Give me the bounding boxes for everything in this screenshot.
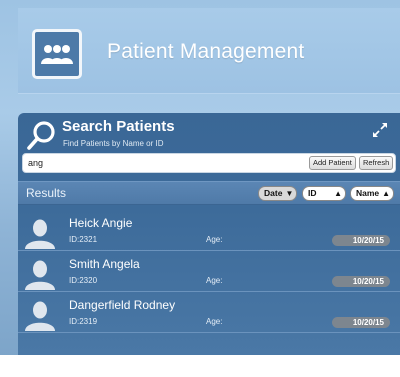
patient-age-label: Age: — [206, 317, 223, 326]
patient-name: Dangerfield Rodney — [69, 298, 176, 312]
patient-name: Heick Angie — [69, 216, 133, 230]
sort-ascending-icon: ▲ — [382, 189, 391, 198]
patient-age-label: Age: — [206, 276, 223, 285]
person-silhouette-icon — [25, 219, 55, 249]
page-title: Patient Management — [107, 40, 305, 63]
expand-arrows-icon[interactable] — [372, 122, 388, 138]
sort-name-label: Name — [356, 188, 380, 198]
sort-by-name-button[interactable]: Name ▲ — [350, 186, 395, 201]
sort-descending-icon: ▼ — [285, 189, 294, 198]
patient-id: ID:2320 — [69, 276, 98, 285]
app-header: Patient Management — [18, 8, 400, 94]
patient-row[interactable]: Smith Angela ID:2320 Age: 10/20/15 — [18, 254, 400, 292]
panel-subtitle: Find Patients by Name or ID — [63, 139, 164, 148]
person-silhouette-icon — [25, 301, 55, 331]
sort-date-label: Date — [264, 188, 283, 198]
date-badge: 10/20/15 — [332, 276, 390, 287]
group-users-icon — [41, 45, 73, 64]
results-label: Results — [26, 186, 67, 200]
date-badge: 10/20/15 — [332, 317, 390, 328]
sort-by-id-button[interactable]: ID ▲ — [302, 186, 346, 201]
add-patient-button[interactable]: Add Patient — [309, 156, 356, 170]
results-header: Results Date ▼ ID ▲ Name ▲ — [18, 181, 400, 205]
patient-id: ID:2321 — [69, 235, 98, 244]
patient-id: ID:2319 — [69, 317, 98, 326]
date-badge: 10/20/15 — [332, 235, 390, 246]
logo-tile — [32, 29, 82, 79]
patient-name: Smith Angela — [69, 257, 140, 271]
refresh-button[interactable]: Refresh — [359, 156, 394, 170]
sort-id-label: ID — [308, 188, 317, 198]
sort-ascending-icon: ▲ — [334, 189, 342, 198]
bottom-strip — [0, 355, 400, 377]
search-bar: Add Patient Refresh — [22, 153, 396, 173]
person-silhouette-icon — [25, 260, 55, 290]
sort-by-date-button[interactable]: Date ▼ — [258, 186, 298, 201]
patient-row[interactable]: Heick Angie ID:2321 Age: 10/20/15 — [18, 213, 400, 251]
search-input[interactable] — [23, 154, 303, 172]
magnifier-icon — [26, 120, 56, 152]
search-patients-panel: Search Patients Find Patients by Name or… — [18, 113, 400, 355]
patient-age-label: Age: — [206, 235, 223, 244]
panel-title: Search Patients — [62, 118, 175, 135]
patient-row[interactable]: Dangerfield Rodney ID:2319 Age: 10/20/15 — [18, 295, 400, 333]
